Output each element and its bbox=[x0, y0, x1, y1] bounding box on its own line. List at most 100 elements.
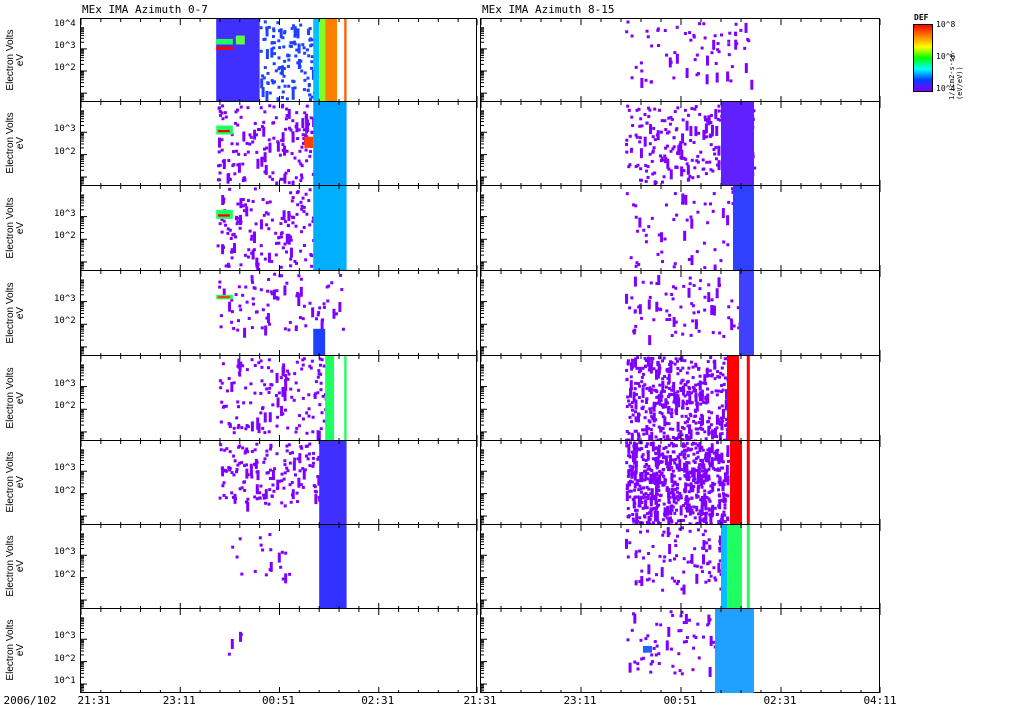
data-point bbox=[655, 513, 659, 517]
data-point bbox=[698, 22, 702, 26]
data-point bbox=[644, 78, 648, 82]
data-point bbox=[707, 292, 711, 303]
data-point bbox=[230, 256, 234, 260]
data-point bbox=[722, 483, 726, 487]
data-point bbox=[671, 385, 675, 389]
data-point bbox=[653, 640, 657, 644]
data-point bbox=[243, 488, 247, 492]
data-point bbox=[308, 27, 312, 31]
data-point bbox=[282, 145, 286, 156]
data-point bbox=[660, 460, 664, 464]
data-point bbox=[221, 484, 225, 488]
data-point bbox=[294, 430, 298, 434]
data-point bbox=[648, 467, 652, 471]
data-point bbox=[271, 477, 275, 481]
data-point bbox=[288, 461, 292, 465]
data-point bbox=[726, 243, 730, 247]
data-point bbox=[720, 404, 724, 408]
data-point bbox=[685, 435, 689, 439]
data-point bbox=[282, 477, 286, 481]
data-point bbox=[699, 509, 703, 513]
data-point bbox=[637, 396, 641, 400]
data-point bbox=[238, 226, 242, 230]
x-tick-label: 00:51 bbox=[663, 694, 697, 707]
data-point bbox=[686, 560, 690, 564]
data-point bbox=[648, 386, 652, 390]
data-point bbox=[280, 231, 284, 235]
panel-left-5 bbox=[80, 440, 478, 525]
data-point bbox=[668, 57, 672, 68]
data-point bbox=[261, 548, 265, 552]
data-point bbox=[670, 393, 674, 397]
data-point bbox=[259, 219, 263, 230]
data-point bbox=[309, 37, 313, 41]
data-point bbox=[631, 465, 635, 469]
data-point bbox=[628, 464, 632, 468]
data-point bbox=[671, 488, 675, 492]
data-point bbox=[709, 356, 713, 360]
data-point bbox=[325, 285, 329, 289]
data-point bbox=[241, 162, 245, 166]
data-point bbox=[710, 390, 714, 394]
data-point bbox=[694, 126, 698, 137]
data-point bbox=[286, 369, 290, 373]
data-point bbox=[239, 633, 243, 637]
data-point bbox=[253, 187, 257, 191]
data-point bbox=[701, 533, 705, 537]
data-point bbox=[222, 219, 226, 223]
data-point bbox=[655, 461, 659, 465]
data-point bbox=[655, 573, 659, 577]
data-point bbox=[312, 484, 316, 488]
data-point bbox=[628, 454, 632, 458]
data-point bbox=[707, 477, 711, 481]
data-point bbox=[628, 134, 632, 138]
data-point bbox=[291, 221, 295, 225]
data-point bbox=[679, 505, 683, 516]
data-point bbox=[691, 467, 695, 478]
data-point bbox=[726, 215, 730, 226]
data-point bbox=[287, 58, 291, 62]
data-point bbox=[645, 397, 649, 401]
data-point bbox=[265, 49, 269, 60]
data-point bbox=[255, 262, 259, 266]
data-point bbox=[718, 499, 722, 510]
data-point bbox=[236, 426, 240, 430]
data-point bbox=[657, 372, 661, 376]
data-point bbox=[684, 482, 688, 493]
data-point bbox=[235, 216, 239, 220]
data-point bbox=[704, 172, 708, 176]
data-point bbox=[705, 74, 709, 85]
spectrogram-band bbox=[216, 46, 233, 50]
data-point bbox=[259, 49, 263, 53]
data-point bbox=[676, 579, 680, 583]
spectrogram-band bbox=[304, 136, 314, 148]
data-point bbox=[638, 384, 642, 388]
data-point bbox=[301, 118, 305, 129]
data-point bbox=[230, 491, 234, 495]
data-point bbox=[689, 360, 693, 364]
data-point bbox=[271, 483, 275, 487]
data-point bbox=[721, 481, 725, 492]
data-point bbox=[289, 257, 293, 261]
data-point bbox=[647, 487, 651, 491]
data-point bbox=[669, 116, 673, 120]
data-point bbox=[643, 465, 647, 469]
data-point bbox=[637, 434, 641, 438]
data-point bbox=[219, 420, 223, 424]
data-point bbox=[710, 411, 714, 415]
data-point bbox=[271, 121, 275, 125]
data-point bbox=[261, 426, 265, 430]
data-point bbox=[653, 510, 657, 514]
data-point bbox=[309, 366, 313, 370]
data-point bbox=[689, 38, 693, 42]
data-point bbox=[640, 316, 644, 320]
data-point bbox=[702, 22, 706, 26]
data-point bbox=[250, 421, 254, 432]
data-point bbox=[657, 652, 661, 656]
data-point bbox=[278, 29, 282, 33]
data-point bbox=[295, 426, 299, 430]
data-point bbox=[626, 638, 630, 642]
data-point bbox=[633, 488, 637, 492]
data-point bbox=[280, 550, 284, 554]
data-point bbox=[644, 469, 648, 480]
